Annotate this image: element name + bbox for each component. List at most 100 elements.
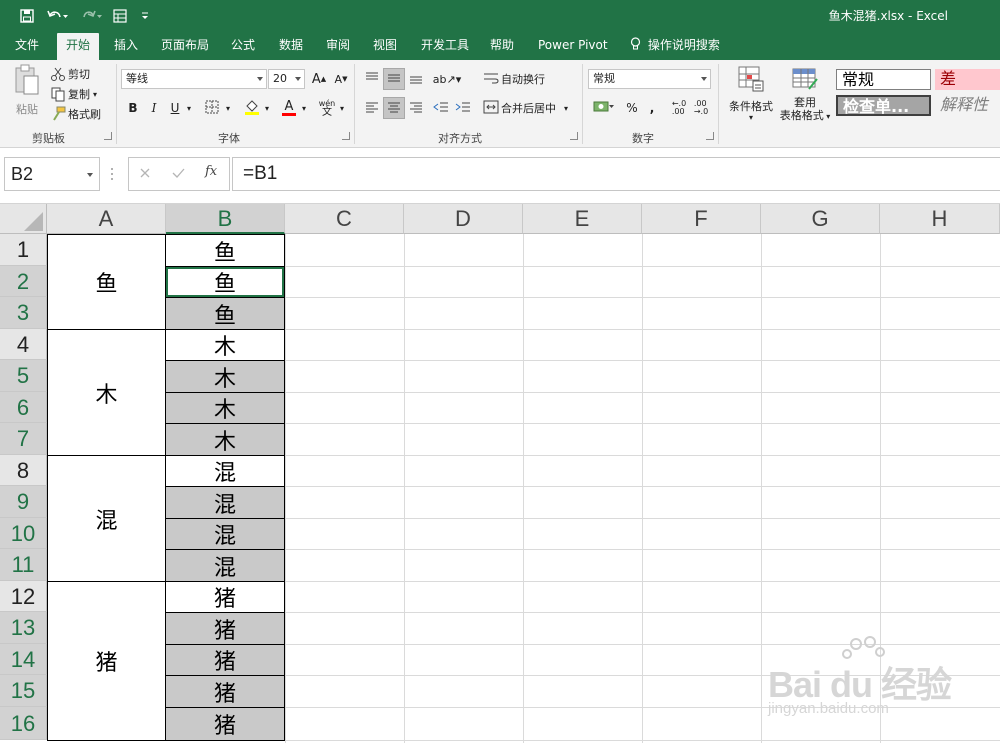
column-header-a[interactable]: A bbox=[47, 204, 166, 234]
column-header-b[interactable]: B bbox=[166, 204, 285, 234]
decrease-indent-button[interactable] bbox=[430, 97, 452, 119]
row-header-6[interactable]: 6 bbox=[0, 392, 47, 423]
row-header-5[interactable]: 5 bbox=[0, 360, 47, 392]
cell-b5[interactable]: 木 bbox=[165, 360, 285, 393]
font-size-dropdown[interactable]: 20 bbox=[268, 69, 305, 89]
tab-developer[interactable]: 开发工具 bbox=[412, 33, 478, 60]
enter-check-icon[interactable] bbox=[172, 167, 185, 182]
decrease-decimal-button[interactable]: .00 →.0 bbox=[690, 97, 712, 119]
cell-b13[interactable]: 猪 bbox=[165, 612, 285, 645]
tab-formulas[interactable]: 公式 bbox=[222, 33, 264, 60]
borders-button[interactable] bbox=[201, 97, 223, 119]
cell-b3[interactable]: 鱼 bbox=[165, 297, 285, 330]
cell-b14[interactable]: 猪 bbox=[165, 644, 285, 676]
align-center-button[interactable] bbox=[383, 97, 405, 119]
alignment-launcher-icon[interactable] bbox=[570, 132, 578, 140]
row-header-12[interactable]: 12 bbox=[0, 581, 47, 612]
row-header-2[interactable]: 2 bbox=[0, 266, 47, 297]
column-header-h[interactable]: H bbox=[880, 204, 1000, 234]
column-header-d[interactable]: D bbox=[404, 204, 523, 234]
form-icon[interactable] bbox=[110, 6, 130, 26]
tab-review[interactable]: 审阅 bbox=[317, 33, 359, 60]
merged-cell-a1-a3[interactable]: 鱼 bbox=[47, 234, 166, 330]
cell-b6[interactable]: 木 bbox=[165, 392, 285, 424]
format-as-table-button[interactable]: 套用 表格格式 ▾ bbox=[776, 65, 834, 129]
tab-power-pivot[interactable]: Power Pivot bbox=[529, 33, 617, 60]
column-header-g[interactable]: G bbox=[761, 204, 880, 234]
row-header-8[interactable]: 8 bbox=[0, 455, 47, 486]
phonetic-guide-button[interactable]: wén 文 bbox=[316, 97, 338, 119]
top-align-button[interactable] bbox=[361, 68, 383, 90]
font-launcher-icon[interactable] bbox=[342, 132, 350, 140]
cell-b15[interactable]: 猪 bbox=[165, 675, 285, 708]
font-color-button[interactable]: A bbox=[278, 97, 300, 119]
cell-b7[interactable]: 木 bbox=[165, 423, 285, 456]
italic-button[interactable]: I bbox=[143, 97, 165, 119]
merged-cell-a8-a11[interactable]: 混 bbox=[47, 455, 166, 582]
format-painter-button[interactable]: 格式刷 bbox=[50, 106, 101, 122]
grow-font-button[interactable]: A ▲ bbox=[308, 68, 330, 90]
bottom-align-button[interactable] bbox=[405, 68, 427, 90]
insert-function-icon[interactable]: fx bbox=[205, 164, 217, 179]
row-header-4[interactable]: 4 bbox=[0, 329, 47, 360]
clipboard-launcher-icon[interactable] bbox=[104, 132, 112, 140]
row-header-15[interactable]: 15 bbox=[0, 675, 47, 707]
phonetic-dropdown[interactable]: ▾ bbox=[336, 97, 348, 119]
font-color-dropdown[interactable]: ▾ bbox=[298, 97, 310, 119]
row-header-11[interactable]: 11 bbox=[0, 549, 47, 581]
number-launcher-icon[interactable] bbox=[706, 132, 714, 140]
merged-cell-a12-a16[interactable]: 猪 bbox=[47, 581, 166, 741]
cell-b10[interactable]: 混 bbox=[165, 518, 285, 550]
tab-insert[interactable]: 插入 bbox=[105, 33, 147, 60]
borders-dropdown[interactable]: ▾ bbox=[222, 97, 234, 119]
row-header-1[interactable]: 1 bbox=[0, 234, 47, 266]
formula-input[interactable]: =B1 bbox=[232, 157, 1000, 191]
number-format-dropdown[interactable]: 常规 bbox=[588, 69, 711, 89]
cell-b8[interactable]: 混 bbox=[165, 455, 285, 487]
column-header-f[interactable]: F bbox=[642, 204, 761, 234]
comma-style-button[interactable]: , bbox=[641, 97, 663, 119]
style-explanatory[interactable]: 解释性 bbox=[935, 95, 1000, 116]
row-header-10[interactable]: 10 bbox=[0, 518, 47, 549]
customize-quick-access-icon[interactable] bbox=[138, 6, 152, 26]
tell-me-search[interactable]: 操作说明搜索 bbox=[621, 33, 729, 60]
align-left-button[interactable] bbox=[361, 97, 383, 119]
tab-help[interactable]: 帮助 bbox=[481, 33, 523, 60]
copy-button[interactable]: 复制 ▾ bbox=[50, 86, 97, 102]
cell-b11[interactable]: 混 bbox=[165, 549, 285, 582]
undo-icon[interactable] bbox=[44, 6, 72, 26]
cut-button[interactable]: 剪切 bbox=[50, 66, 90, 82]
copy-dropdown-arrow[interactable]: ▾ bbox=[93, 90, 97, 99]
shrink-font-button[interactable]: A ▼ bbox=[330, 68, 352, 90]
middle-align-button[interactable] bbox=[383, 68, 405, 90]
tab-page-layout[interactable]: 页面布局 bbox=[152, 33, 218, 60]
row-header-7[interactable]: 7 bbox=[0, 423, 47, 455]
cell-b4[interactable]: 木 bbox=[165, 329, 285, 361]
increase-indent-button[interactable] bbox=[452, 97, 474, 119]
style-check-cell[interactable]: 检查单... bbox=[836, 95, 931, 116]
accounting-format-button[interactable] bbox=[589, 97, 619, 119]
cell-b2[interactable]: 鱼 bbox=[165, 266, 285, 298]
row-header-9[interactable]: 9 bbox=[0, 486, 47, 518]
underline-dropdown[interactable]: ▾ bbox=[183, 97, 195, 119]
redo-icon[interactable] bbox=[78, 6, 106, 26]
fill-color-dropdown[interactable]: ▾ bbox=[261, 97, 273, 119]
cell-b12[interactable]: 猪 bbox=[165, 581, 285, 613]
style-bad[interactable]: 差 bbox=[935, 69, 1000, 90]
cancel-icon[interactable] bbox=[139, 167, 151, 182]
cell-b9[interactable]: 混 bbox=[165, 486, 285, 519]
merge-center-button[interactable]: 合并后居中 ▾ bbox=[483, 100, 568, 116]
tab-view[interactable]: 视图 bbox=[364, 33, 406, 60]
column-header-c[interactable]: C bbox=[285, 204, 404, 234]
align-right-button[interactable] bbox=[405, 97, 427, 119]
chevron-down-icon[interactable]: ▾ bbox=[564, 104, 568, 113]
formula-bar-splitter[interactable] bbox=[110, 166, 114, 182]
row-header-14[interactable]: 14 bbox=[0, 644, 47, 675]
row-header-3[interactable]: 3 bbox=[0, 297, 47, 329]
wrap-text-button[interactable]: 自动换行 bbox=[483, 71, 545, 87]
cell-b16[interactable]: 猪 bbox=[165, 707, 285, 741]
save-icon[interactable] bbox=[16, 6, 38, 26]
merged-cell-a4-a7[interactable]: 木 bbox=[47, 329, 166, 456]
orientation-button[interactable]: ab↗▾ bbox=[432, 68, 462, 90]
row-header-13[interactable]: 13 bbox=[0, 612, 47, 644]
